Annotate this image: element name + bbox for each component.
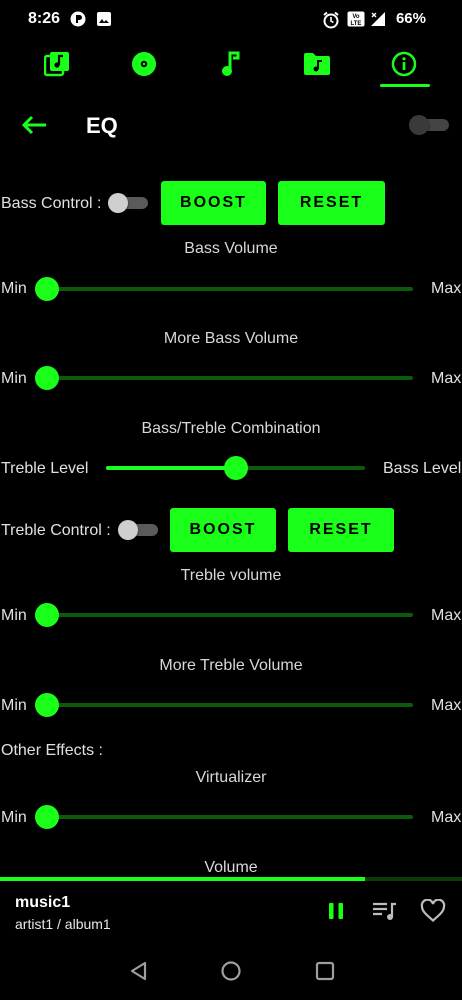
slider-thumb[interactable] bbox=[35, 805, 59, 829]
tab-albums[interactable] bbox=[124, 46, 164, 82]
alarm-icon bbox=[322, 11, 339, 29]
tab-library[interactable] bbox=[37, 46, 77, 82]
tab-folders[interactable] bbox=[297, 46, 337, 82]
bass-control-label: Bass Control : bbox=[1, 195, 102, 212]
nav-back-button[interactable] bbox=[128, 960, 150, 982]
slider-thumb[interactable] bbox=[35, 366, 59, 390]
svg-text:Vo: Vo bbox=[352, 14, 360, 20]
virtualizer-title: Virtualizer bbox=[195, 769, 267, 786]
pause-button[interactable] bbox=[325, 900, 347, 922]
battery-level: 66% bbox=[395, 10, 426, 27]
more-bass-volume-title: More Bass Volume bbox=[163, 330, 299, 347]
playlist-icon bbox=[373, 902, 396, 920]
slider-thumb[interactable] bbox=[35, 277, 59, 301]
bass-volume-title: Bass Volume bbox=[184, 240, 278, 257]
nav-home-button[interactable] bbox=[220, 960, 242, 982]
pause-icon bbox=[329, 903, 343, 919]
song-title: music1 bbox=[15, 894, 71, 911]
slider-thumb[interactable] bbox=[35, 693, 59, 717]
app-notification-icon bbox=[70, 11, 86, 27]
nav-recents-square-icon bbox=[315, 961, 335, 981]
volte-icon: Vo LTE bbox=[347, 11, 365, 27]
slider-thumb[interactable] bbox=[223, 456, 248, 480]
heart-outline-icon bbox=[420, 898, 446, 922]
slider-min-label: Min bbox=[1, 809, 27, 826]
treble-level-label: Treble Level bbox=[1, 460, 89, 477]
music-folder-icon bbox=[304, 53, 330, 75]
image-icon bbox=[96, 11, 112, 27]
nav-back-triangle-icon bbox=[130, 961, 147, 981]
status-bar: 8:26 Vo LTE 66% bbox=[0, 0, 462, 38]
active-tab-indicator bbox=[380, 84, 430, 87]
bass-control-toggle[interactable] bbox=[108, 193, 148, 213]
back-button[interactable] bbox=[20, 112, 50, 138]
bass-reset-button[interactable]: RESET bbox=[278, 181, 385, 225]
svg-text:LTE: LTE bbox=[351, 21, 362, 27]
other-effects-label: Other Effects : bbox=[1, 742, 103, 759]
signal-icon bbox=[370, 11, 386, 27]
tab-songs[interactable] bbox=[210, 46, 250, 82]
bass-level-label: Bass Level bbox=[383, 460, 462, 477]
treble-control-label: Treble Control : bbox=[1, 522, 111, 539]
favorite-button[interactable] bbox=[420, 898, 446, 923]
queue-button[interactable] bbox=[372, 900, 398, 922]
song-artist-album: artist1 / album1 bbox=[15, 916, 111, 932]
music-note-icon bbox=[222, 51, 240, 76]
status-time: 8:26 bbox=[28, 10, 61, 27]
slider-min-label: Min bbox=[1, 370, 27, 387]
treble-boost-button[interactable]: BOOST bbox=[170, 508, 276, 552]
page-title: EQ bbox=[86, 113, 118, 138]
treble-reset-button[interactable]: RESET bbox=[288, 508, 394, 552]
info-icon bbox=[391, 51, 417, 77]
slider-thumb[interactable] bbox=[35, 603, 59, 627]
album-disc-icon bbox=[132, 52, 156, 76]
slider-max-label: Max bbox=[431, 280, 462, 297]
slider-max-label: Max bbox=[431, 607, 462, 624]
treble-volume-title: Treble volume bbox=[180, 567, 282, 584]
nav-recents-button[interactable] bbox=[314, 960, 336, 982]
bass-boost-button[interactable]: BOOST bbox=[161, 181, 266, 225]
more-treble-volume-title: More Treble Volume bbox=[159, 657, 303, 674]
playback-progress-fill bbox=[0, 877, 365, 881]
slider-max-label: Max bbox=[431, 697, 462, 714]
volume-title: Volume bbox=[204, 859, 258, 876]
nav-home-circle-icon bbox=[221, 961, 241, 981]
treble-control-toggle[interactable] bbox=[118, 520, 158, 540]
slider-max-label: Max bbox=[431, 809, 462, 826]
tab-info[interactable] bbox=[384, 46, 424, 82]
slider-max-label: Max bbox=[431, 370, 462, 387]
slider-min-label: Min bbox=[1, 280, 27, 297]
eq-enable-toggle[interactable] bbox=[409, 115, 449, 135]
back-arrow-icon bbox=[21, 115, 46, 135]
slider-min-label: Min bbox=[1, 607, 27, 624]
music-library-icon bbox=[44, 52, 69, 77]
slider-min-label: Min bbox=[1, 697, 27, 714]
combo-title: Bass/Treble Combination bbox=[141, 420, 321, 437]
